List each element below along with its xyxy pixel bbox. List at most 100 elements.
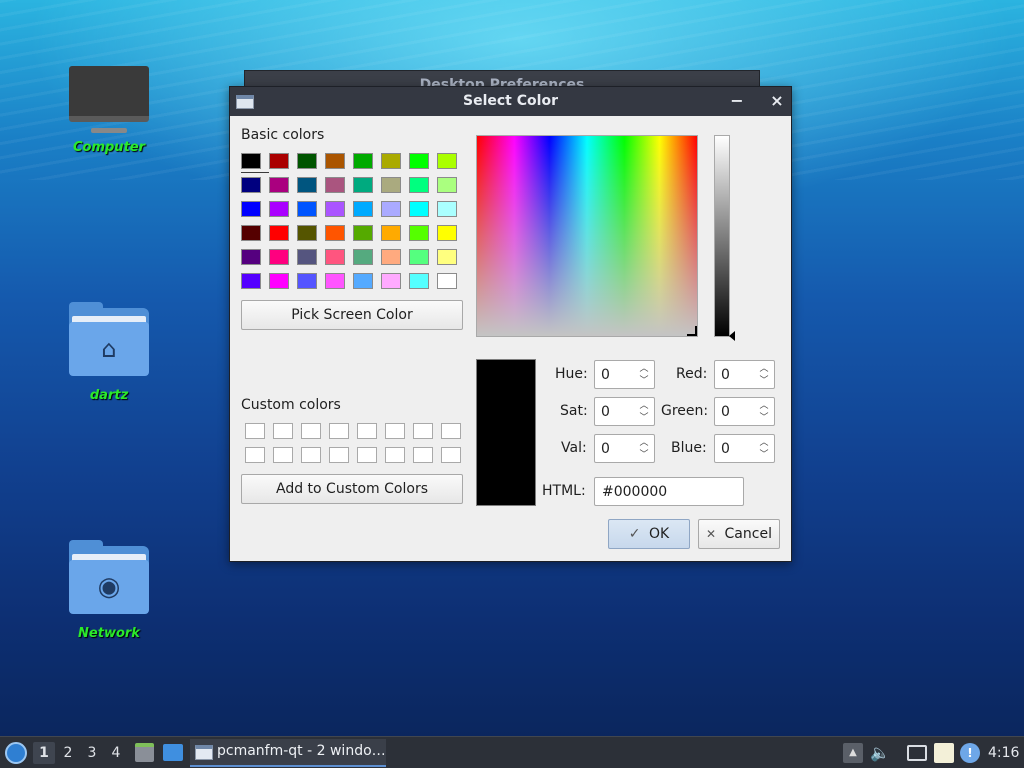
basic-color-swatch[interactable] [325,249,345,265]
picker-crosshair[interactable] [687,326,697,336]
spin-arrows-icon[interactable]: ︿ ﹀ [757,437,771,461]
blue-spinbox[interactable]: 0 ︿ ﹀ [714,434,775,463]
basic-color-swatch[interactable] [437,153,457,169]
basic-color-swatch[interactable] [297,273,317,289]
basic-color-swatch[interactable] [381,249,401,265]
basic-color-swatch[interactable] [353,225,373,241]
value-slider[interactable] [714,135,730,337]
basic-color-swatch[interactable] [297,225,317,241]
dialog-titlebar[interactable]: Select Color − × [230,87,791,116]
add-to-custom-colors-button[interactable]: Add to Custom Colors [241,474,463,504]
basic-color-swatch[interactable] [353,249,373,265]
desktop-icon-home[interactable]: ⌂ dartz [54,302,164,403]
tray-up-arrow-icon[interactable]: ▲ [843,743,863,763]
network-icon[interactable] [907,745,927,761]
basic-color-swatch[interactable] [353,153,373,169]
basic-color-swatch[interactable] [437,249,457,265]
sat-spinbox[interactable]: 0 ︿ ﹀ [594,397,655,426]
custom-color-slot[interactable] [385,447,405,463]
cancel-button[interactable]: ✕ Cancel [698,519,780,549]
red-spinbox[interactable]: 0 ︿ ﹀ [714,360,775,389]
basic-color-swatch[interactable] [241,225,261,241]
hue-saturation-picker[interactable] [476,135,698,337]
basic-color-swatch[interactable] [269,273,289,289]
basic-color-swatch[interactable] [269,249,289,265]
desktop-icon-computer[interactable]: Computer [54,66,164,155]
basic-color-swatch[interactable] [381,153,401,169]
custom-color-slot[interactable] [329,423,349,439]
basic-color-swatch[interactable] [353,177,373,193]
basic-color-swatch[interactable] [269,201,289,217]
basic-color-swatch[interactable] [297,249,317,265]
basic-color-swatch[interactable] [409,201,429,217]
workspace-2[interactable]: 2 [57,742,79,764]
val-spinbox[interactable]: 0 ︿ ﹀ [594,434,655,463]
basic-color-swatch[interactable] [381,201,401,217]
basic-color-swatch[interactable] [381,225,401,241]
basic-color-swatch[interactable] [325,273,345,289]
basic-color-swatch[interactable] [409,225,429,241]
basic-color-swatch[interactable] [241,153,261,169]
custom-color-slot[interactable] [273,447,293,463]
basic-color-swatch[interactable] [269,153,289,169]
basic-color-swatch[interactable] [353,201,373,217]
custom-color-slot[interactable] [301,447,321,463]
spin-arrows-icon[interactable]: ︿ ﹀ [637,363,651,387]
spin-arrows-icon[interactable]: ︿ ﹀ [637,400,651,424]
show-desktop-icon[interactable] [163,744,183,761]
custom-color-slot[interactable] [441,423,461,439]
basic-color-swatch[interactable] [409,153,429,169]
basic-color-swatch[interactable] [381,177,401,193]
spin-arrows-icon[interactable]: ︿ ﹀ [757,363,771,387]
pick-screen-color-button[interactable]: Pick Screen Color [241,300,463,330]
close-button[interactable]: × [766,90,788,112]
basic-color-swatch[interactable] [381,273,401,289]
workspace-4[interactable]: 4 [105,742,127,764]
value-slider-arrow[interactable] [729,331,735,341]
basic-color-swatch[interactable] [297,201,317,217]
basic-color-swatch[interactable] [353,273,373,289]
custom-color-slot[interactable] [245,423,265,439]
volume-icon[interactable]: 🔈 [870,743,890,763]
basic-color-swatch[interactable] [297,153,317,169]
basic-color-swatch[interactable] [297,177,317,193]
custom-color-slot[interactable] [329,447,349,463]
basic-color-swatch[interactable] [437,201,457,217]
basic-color-swatch[interactable] [325,153,345,169]
custom-color-slot[interactable] [301,423,321,439]
custom-color-slot[interactable] [413,447,433,463]
basic-color-swatch[interactable] [409,273,429,289]
hue-spinbox[interactable]: 0 ︿ ﹀ [594,360,655,389]
basic-color-swatch[interactable] [325,177,345,193]
basic-color-swatch[interactable] [325,201,345,217]
basic-color-swatch[interactable] [325,225,345,241]
green-spinbox[interactable]: 0 ︿ ﹀ [714,397,775,426]
spin-arrows-icon[interactable]: ︿ ﹀ [757,400,771,424]
clock[interactable]: 4:16 [988,737,1019,768]
workspace-3[interactable]: 3 [81,742,103,764]
custom-color-slot[interactable] [441,447,461,463]
basic-color-swatch[interactable] [241,201,261,217]
custom-color-slot[interactable] [357,423,377,439]
custom-color-slot[interactable] [385,423,405,439]
basic-color-swatch[interactable] [241,249,261,265]
custom-color-slot[interactable] [273,423,293,439]
minimize-button[interactable]: − [726,90,748,112]
html-color-input[interactable]: #000000 [594,477,744,506]
basic-color-swatch[interactable] [437,177,457,193]
basic-color-swatch[interactable] [269,225,289,241]
workspace-1[interactable]: 1 [33,742,55,764]
basic-color-swatch[interactable] [241,273,261,289]
custom-color-slot[interactable] [357,447,377,463]
taskbar-task-pcmanfm[interactable]: pcmanfm-qt - 2 windo… [190,739,386,767]
file-manager-launcher-icon[interactable] [135,743,154,762]
update-notifier-icon[interactable]: ! [960,743,980,763]
basic-color-swatch[interactable] [409,177,429,193]
basic-color-swatch[interactable] [437,273,457,289]
start-menu-icon[interactable] [5,742,27,764]
clipboard-icon[interactable] [934,743,954,763]
desktop-icon-network[interactable]: ◉ Network [54,540,164,641]
basic-color-swatch[interactable] [241,177,261,193]
basic-color-swatch[interactable] [437,225,457,241]
custom-color-slot[interactable] [413,423,433,439]
